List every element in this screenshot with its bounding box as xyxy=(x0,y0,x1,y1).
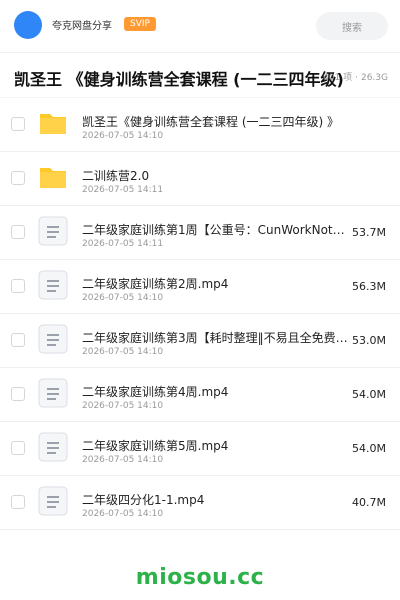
header-bar: 夸克网盘分享 SVIP 搜索 xyxy=(0,0,400,53)
file-size: 40.7M xyxy=(352,496,386,509)
file-row[interactable]: 凯圣王《健身训练营全套课程 (一二三四年级) 》 2026-07-05 14:10 xyxy=(0,98,400,152)
brand-name: 夸克网盘分享 xyxy=(52,21,112,32)
file-size: 53.0M xyxy=(352,334,386,347)
file-row[interactable]: 二年级家庭训练第4周.mp4 2026-07-05 14:10 54.0M xyxy=(0,368,400,422)
title-row: 凯圣王 《健身训练营全套课程 (一二三四年级) 》 401 项 · 26.3G xyxy=(0,52,400,97)
document-icon xyxy=(38,432,68,462)
select-checkbox[interactable] xyxy=(11,333,25,347)
file-date: 2026-07-05 14:10 xyxy=(82,131,164,141)
file-name[interactable]: 二训练营2.0 xyxy=(82,167,352,184)
share-page: 夸克网盘分享 SVIP 搜索 凯圣王 《健身训练营全套课程 (一二三四年级) 》… xyxy=(0,0,400,600)
file-row[interactable]: 二年级家庭训练第1周【公重号：CunWorkNot… 2026-07-05 14:… xyxy=(0,206,400,260)
document-icon xyxy=(38,216,68,246)
file-name[interactable]: 凯圣王《健身训练营全套课程 (一二三四年级) 》 xyxy=(82,113,352,130)
select-checkbox[interactable] xyxy=(11,117,25,131)
file-date: 2026-07-05 14:10 xyxy=(82,347,164,357)
file-name[interactable]: 二年级家庭训练第3周【耗时整理‖不易且全免费：cu… xyxy=(82,329,352,346)
file-name[interactable]: 二年级四分化1-1.mp4 xyxy=(82,491,352,508)
file-size: 56.3M xyxy=(352,280,386,293)
file-date: 2026-07-05 14:10 xyxy=(82,401,164,411)
watermark: miosou.cc xyxy=(135,565,265,590)
page-title: 凯圣王 《健身训练营全套课程 (一二三四年级) 》 xyxy=(14,70,344,89)
file-row[interactable]: 二年级四分化1-1.mp4 2026-07-05 14:10 40.7M xyxy=(0,476,400,530)
document-icon xyxy=(38,324,68,354)
item-count: 401 项 xyxy=(323,73,353,83)
select-checkbox[interactable] xyxy=(11,225,25,239)
document-icon xyxy=(38,270,68,300)
file-name[interactable]: 二年级家庭训练第1周【公重号：CunWorkNot… xyxy=(82,221,352,238)
document-icon xyxy=(38,378,68,408)
file-date: 2026-07-05 14:11 xyxy=(82,185,164,195)
file-size: 54.0M xyxy=(352,388,386,401)
file-name[interactable]: 二年级家庭训练第4周.mp4 xyxy=(82,383,352,400)
select-checkbox[interactable] xyxy=(11,279,25,293)
folder-icon xyxy=(38,162,68,192)
document-icon xyxy=(38,486,68,516)
select-checkbox[interactable] xyxy=(11,387,25,401)
file-date: 2026-07-05 14:10 xyxy=(82,455,164,465)
share-meta: 401 项 · 26.3G xyxy=(323,70,388,83)
file-date: 2026-07-05 14:10 xyxy=(82,293,164,303)
file-row[interactable]: 二年级家庭训练第5周.mp4 2026-07-05 14:10 54.0M xyxy=(0,422,400,476)
file-list: 凯圣王《健身训练营全套课程 (一二三四年级) 》 2026-07-05 14:10… xyxy=(0,97,400,548)
file-date: 2026-07-05 14:11 xyxy=(82,239,164,249)
folder-icon xyxy=(38,108,68,138)
file-row[interactable]: 二训练营2.0 2026-07-05 14:11 xyxy=(0,152,400,206)
file-row[interactable]: 二年级家庭训练第3周【耗时整理‖不易且全免费：cu… 2026-07-05 14:… xyxy=(0,314,400,368)
select-checkbox[interactable] xyxy=(11,441,25,455)
file-size: 53.7M xyxy=(352,226,386,239)
search-input[interactable]: 搜索 xyxy=(316,12,388,40)
file-name[interactable]: 二年级家庭训练第2周.mp4 xyxy=(82,275,352,292)
select-checkbox[interactable] xyxy=(11,495,25,509)
file-name[interactable]: 二年级家庭训练第5周.mp4 xyxy=(82,437,352,454)
svip-badge: SVIP xyxy=(124,17,156,31)
file-row[interactable]: 二年级家庭训练第2周.mp4 2026-07-05 14:10 56.3M xyxy=(0,260,400,314)
select-checkbox[interactable] xyxy=(11,171,25,185)
file-date: 2026-07-05 14:10 xyxy=(82,509,164,519)
avatar[interactable] xyxy=(14,11,42,39)
meta-separator: · xyxy=(355,73,358,83)
total-size: 26.3G xyxy=(360,73,388,83)
file-size: 54.0M xyxy=(352,442,386,455)
